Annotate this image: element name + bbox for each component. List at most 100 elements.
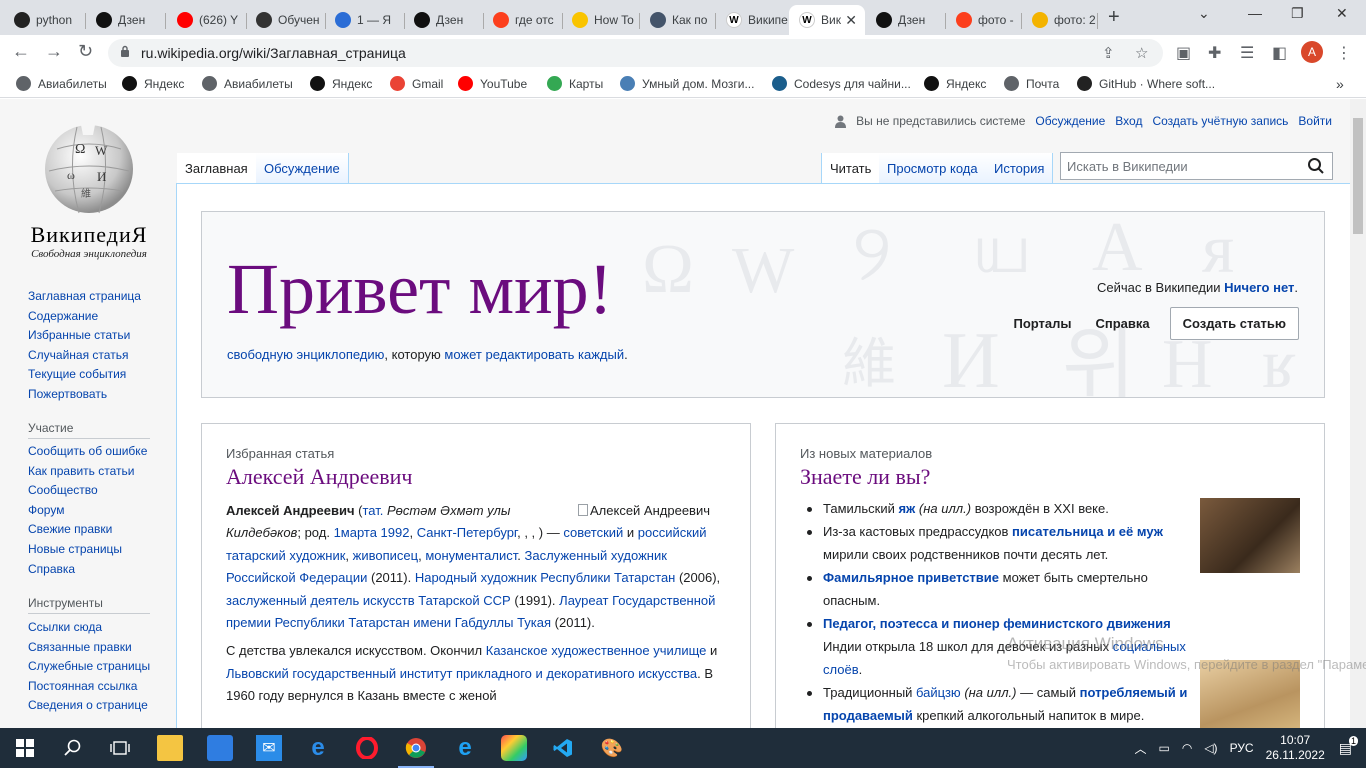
browser-tab[interactable]: Как по [640, 5, 716, 35]
sidebar-item[interactable]: Форум [28, 501, 158, 521]
browser-tab[interactable]: W Википе [716, 5, 792, 35]
free-encyclopedia-link[interactable]: свободную энциклопедию [227, 347, 384, 362]
chrome-icon[interactable] [398, 735, 434, 768]
scrollbar-thumb[interactable] [1353, 118, 1363, 234]
sidebar-item[interactable]: Свежие правки [28, 520, 158, 540]
new-tab-icon[interactable]: + [1108, 6, 1120, 29]
feminist-pioneer-link[interactable]: Педагог, поэтесса и пионер феминистского… [823, 616, 1171, 631]
bookmark-item[interactable]: Авиабилеты [202, 76, 293, 91]
kazan-school-link[interactable]: Казанское художественное училище [486, 643, 707, 658]
browser-tab[interactable]: фото: 2 [1022, 5, 1098, 35]
browser-tab[interactable]: W Вик ✕ [789, 5, 865, 35]
paint-palette-icon[interactable]: 🎨 [599, 735, 625, 761]
bookmark-star-icon[interactable]: ☆ [1135, 44, 1148, 62]
sidebar-item[interactable]: Служебные страницы [28, 657, 158, 677]
russian-link[interactable]: российский [638, 525, 707, 540]
bookmark-item[interactable]: YouTube [458, 76, 527, 91]
bookmark-item[interactable]: Яндекс [122, 76, 184, 91]
media-playlist-icon[interactable]: ☰ [1240, 43, 1254, 63]
edge-icon[interactable]: e [305, 734, 331, 761]
search-taskbar-icon[interactable] [60, 735, 86, 761]
side-panel-icon[interactable]: ◧ [1272, 43, 1287, 63]
sidebar-item[interactable]: Постоянная ссылка [28, 677, 158, 697]
browser-tab[interactable]: Обучен [246, 5, 326, 35]
tab-search-icon[interactable]: ⌄ [1198, 5, 1210, 22]
help-link[interactable]: Справка [1096, 316, 1150, 331]
lviv-institute-link[interactable]: Львовский государственный институт прикл… [226, 666, 697, 681]
opera-icon[interactable] [354, 735, 380, 761]
featured-image-alt[interactable]: Алексей Андреевич [578, 500, 728, 522]
bookmark-item[interactable]: Авиабилеты [16, 76, 107, 91]
soviet-link[interactable]: советский [563, 525, 623, 540]
tab-history[interactable]: История [986, 153, 1054, 183]
people-artist-link[interactable]: Народный художник Республики Татарстан [415, 570, 676, 585]
honored-worker-link[interactable]: заслуженный деятель искусств Татарской С… [226, 593, 511, 608]
menu-kebab-icon[interactable]: ⋮ [1336, 43, 1352, 63]
sidebar-item[interactable]: Сообщество [28, 481, 158, 501]
birth-city-link[interactable]: Санкт-Петербург [417, 525, 517, 540]
bookmark-item[interactable]: Умный дом. Мозги... [620, 76, 754, 91]
extensions-puzzle-icon[interactable]: ✚ [1208, 43, 1221, 63]
login-link[interactable]: Войти [1298, 114, 1332, 128]
tab-view-source[interactable]: Просмотр кода [879, 153, 987, 183]
sidebar-item[interactable]: Справка [28, 560, 158, 580]
baijiu-link[interactable]: байцзю [916, 685, 961, 700]
bookmark-item[interactable]: Яндекс [924, 76, 986, 91]
browser-tab[interactable]: python [4, 5, 86, 35]
artist-link[interactable]: художник [289, 548, 345, 563]
back-icon[interactable]: ← [12, 41, 30, 62]
bookmark-item[interactable]: Карты [547, 76, 603, 91]
file-explorer-icon[interactable] [157, 735, 183, 761]
sidebar-item[interactable]: Избранные статьи [28, 326, 158, 346]
browser-tab[interactable]: Дзен [404, 5, 484, 35]
monumentalist-link[interactable]: монументалист [425, 548, 517, 563]
sidebar-item[interactable]: Случайная статья [28, 346, 158, 366]
more-bookmarks-icon[interactable]: » [1336, 76, 1344, 92]
tab-talk[interactable]: Обсуждение [256, 153, 349, 183]
clock[interactable]: 10:07 26.11.2022 [1266, 733, 1325, 763]
tab-main-page[interactable]: Заглавная [177, 153, 257, 183]
birth-date-link[interactable]: 1марта 1992 [334, 525, 410, 540]
input-language[interactable]: РУС [1230, 741, 1254, 755]
minimize-icon[interactable]: — [1248, 5, 1262, 21]
browser-tab[interactable]: фото - [946, 5, 1022, 35]
sidebar-item[interactable]: Текущие события [28, 365, 158, 385]
sidebar-item[interactable]: Связанные правки [28, 638, 158, 658]
bookmark-item[interactable]: GitHub · Where soft... [1077, 76, 1215, 91]
browser-tab[interactable]: где отс [483, 5, 563, 35]
close-tab-icon[interactable]: ✕ [845, 12, 857, 29]
yazh-instrument-image[interactable] [1200, 498, 1300, 573]
create-article-button[interactable]: Создать статью [1169, 307, 1299, 340]
sidebar-item[interactable]: Ссылки сюда [28, 618, 158, 638]
search-icon[interactable] [1307, 157, 1325, 175]
browser-tab[interactable]: How To [562, 5, 640, 35]
writer-couple-link[interactable]: писательница и её муж [1012, 524, 1163, 539]
sidebar-item[interactable]: Сведения о странице [28, 696, 158, 716]
portals-link[interactable]: Порталы [1013, 316, 1071, 331]
internet-explorer-icon[interactable]: e [452, 734, 478, 761]
familiar-greeting-link[interactable]: Фамильярное приветствие [823, 570, 999, 585]
reload-icon[interactable]: ↻ [78, 41, 93, 62]
article-count-link[interactable]: Ничего нет [1224, 280, 1294, 295]
browser-tab[interactable]: 1 — Я [325, 5, 405, 35]
notifications-icon[interactable]: ▤ 1 [1339, 735, 1358, 757]
mail-icon[interactable]: ✉ [256, 735, 282, 761]
sidebar-item[interactable]: Как править статьи [28, 462, 158, 482]
anyone-can-edit-link[interactable]: может редактировать каждый [444, 347, 624, 362]
bookmark-item[interactable]: Почта [1004, 76, 1059, 91]
battery-icon[interactable]: ▭ [1159, 741, 1170, 755]
tray-overflow-icon[interactable]: ︿ [1134, 740, 1146, 757]
browser-tab[interactable]: (626) Y [167, 5, 247, 35]
sidebar-item[interactable]: Заглавная страница [28, 287, 158, 307]
bookmark-item[interactable]: Gmail [390, 76, 443, 91]
task-view-icon[interactable] [107, 735, 133, 761]
wikipedia-logo[interactable]: Ω W ω И 維 ВикипедиЯ Свободная энциклопед… [22, 119, 156, 260]
wifi-icon[interactable]: ◠ [1182, 741, 1192, 755]
maximize-icon[interactable]: ❐ [1291, 5, 1304, 22]
bookmark-item[interactable]: Яндекс [310, 76, 372, 91]
browser-tab[interactable]: Дзен [866, 5, 946, 35]
bookmark-item[interactable]: Codesys для чайни... [772, 76, 911, 91]
search-input[interactable]: Искать в Википедии [1060, 152, 1333, 180]
create-account-link[interactable]: Создать учётную запись [1152, 114, 1288, 128]
store-icon[interactable] [207, 735, 233, 761]
